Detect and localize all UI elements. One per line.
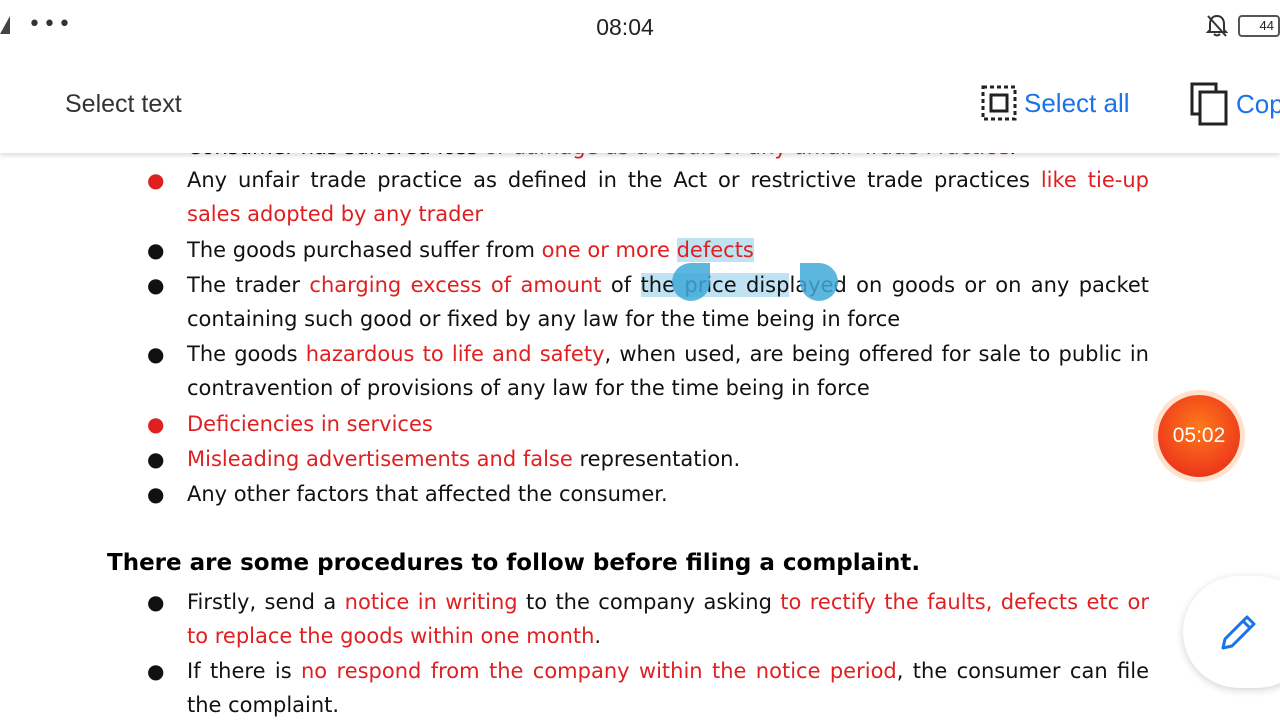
toolbar-title: Select text bbox=[65, 90, 182, 118]
procedure-item-no-response: If there is no respond from the company … bbox=[187, 654, 1149, 720]
bullet: ● bbox=[147, 590, 165, 614]
text: The goods purchased suffer from bbox=[187, 238, 542, 262]
red-text: hazardous to life and safety bbox=[305, 342, 605, 366]
bullet: ● bbox=[147, 482, 165, 506]
bullet: ● bbox=[147, 273, 165, 297]
select-all-button[interactable]: Select all bbox=[980, 84, 1130, 122]
select-all-label: Select all bbox=[1024, 87, 1130, 118]
red-text: Misleading advertisements and false bbox=[187, 447, 573, 471]
bullet: ● bbox=[147, 412, 165, 436]
copy-icon bbox=[1190, 82, 1228, 126]
copy-button[interactable]: Copy bbox=[1190, 82, 1280, 126]
status-right: 44 bbox=[1206, 14, 1280, 38]
list-item-hazardous: The goods hazardous to life and safety, … bbox=[187, 337, 1149, 405]
text: If there is bbox=[187, 659, 301, 683]
pencil-icon bbox=[1221, 615, 1256, 650]
red-text: no respond from the company within the n… bbox=[301, 659, 897, 683]
select-text-toolbar: Select text Select all Copy bbox=[0, 58, 1280, 153]
bullet: ● bbox=[147, 168, 165, 192]
selection-start-handle[interactable] bbox=[672, 263, 710, 301]
list-item-deficiencies: Deficiencies in services bbox=[187, 407, 1149, 441]
text: Any other factors that affected the cons… bbox=[187, 482, 668, 506]
bullet: ● bbox=[147, 238, 165, 262]
list-item-excess-charge: The trader charging excess of amount of … bbox=[187, 268, 1149, 336]
text: . bbox=[594, 624, 602, 648]
document-page[interactable]: Consumer has suffered loss or damage as … bbox=[0, 130, 1280, 720]
list-item-misleading: Misleading advertisements and false repr… bbox=[187, 442, 1149, 476]
text: of bbox=[601, 273, 641, 297]
bullet: ● bbox=[147, 659, 165, 683]
section-heading: There are some procedures to follow befo… bbox=[107, 550, 921, 576]
status-time: 08:04 bbox=[596, 14, 654, 40]
text: Any unfair trade practice as defined in … bbox=[187, 168, 1041, 192]
status-bar: ••• 08:04 44 bbox=[0, 0, 1280, 58]
text: The goods bbox=[187, 342, 306, 366]
list-item-unfair-trade: Any unfair trade practice as defined in … bbox=[187, 163, 1149, 231]
text: Firstly, send a bbox=[187, 590, 345, 614]
bullet: ● bbox=[147, 447, 165, 471]
red-text: one or more bbox=[541, 238, 677, 262]
red-text: charging excess of amount bbox=[309, 273, 602, 297]
text: representation. bbox=[572, 447, 741, 471]
selection-end-handle[interactable] bbox=[800, 263, 838, 301]
red-text: Deficiencies in services bbox=[187, 412, 433, 436]
red-text: notice in writing bbox=[344, 590, 518, 614]
list-item-defects: The goods purchased suffer from one or m… bbox=[187, 233, 1149, 267]
selected-text[interactable]: the price disp bbox=[640, 273, 790, 297]
copy-label: Copy bbox=[1236, 88, 1280, 119]
list-item-other-factors: Any other factors that affected the cons… bbox=[187, 477, 1149, 511]
battery-icon: 44 bbox=[1238, 15, 1280, 37]
text: The trader bbox=[187, 273, 310, 297]
select-all-icon bbox=[981, 85, 1017, 121]
mute-bell-icon bbox=[1206, 14, 1228, 37]
selected-text[interactable]: defects bbox=[676, 238, 754, 262]
bullet: ● bbox=[147, 342, 165, 366]
text: to the company asking bbox=[517, 590, 781, 614]
screen-recorder-timer[interactable]: 05:02 bbox=[1158, 395, 1240, 477]
procedure-item-notice: Firstly, send a notice in writing to the… bbox=[187, 585, 1149, 653]
